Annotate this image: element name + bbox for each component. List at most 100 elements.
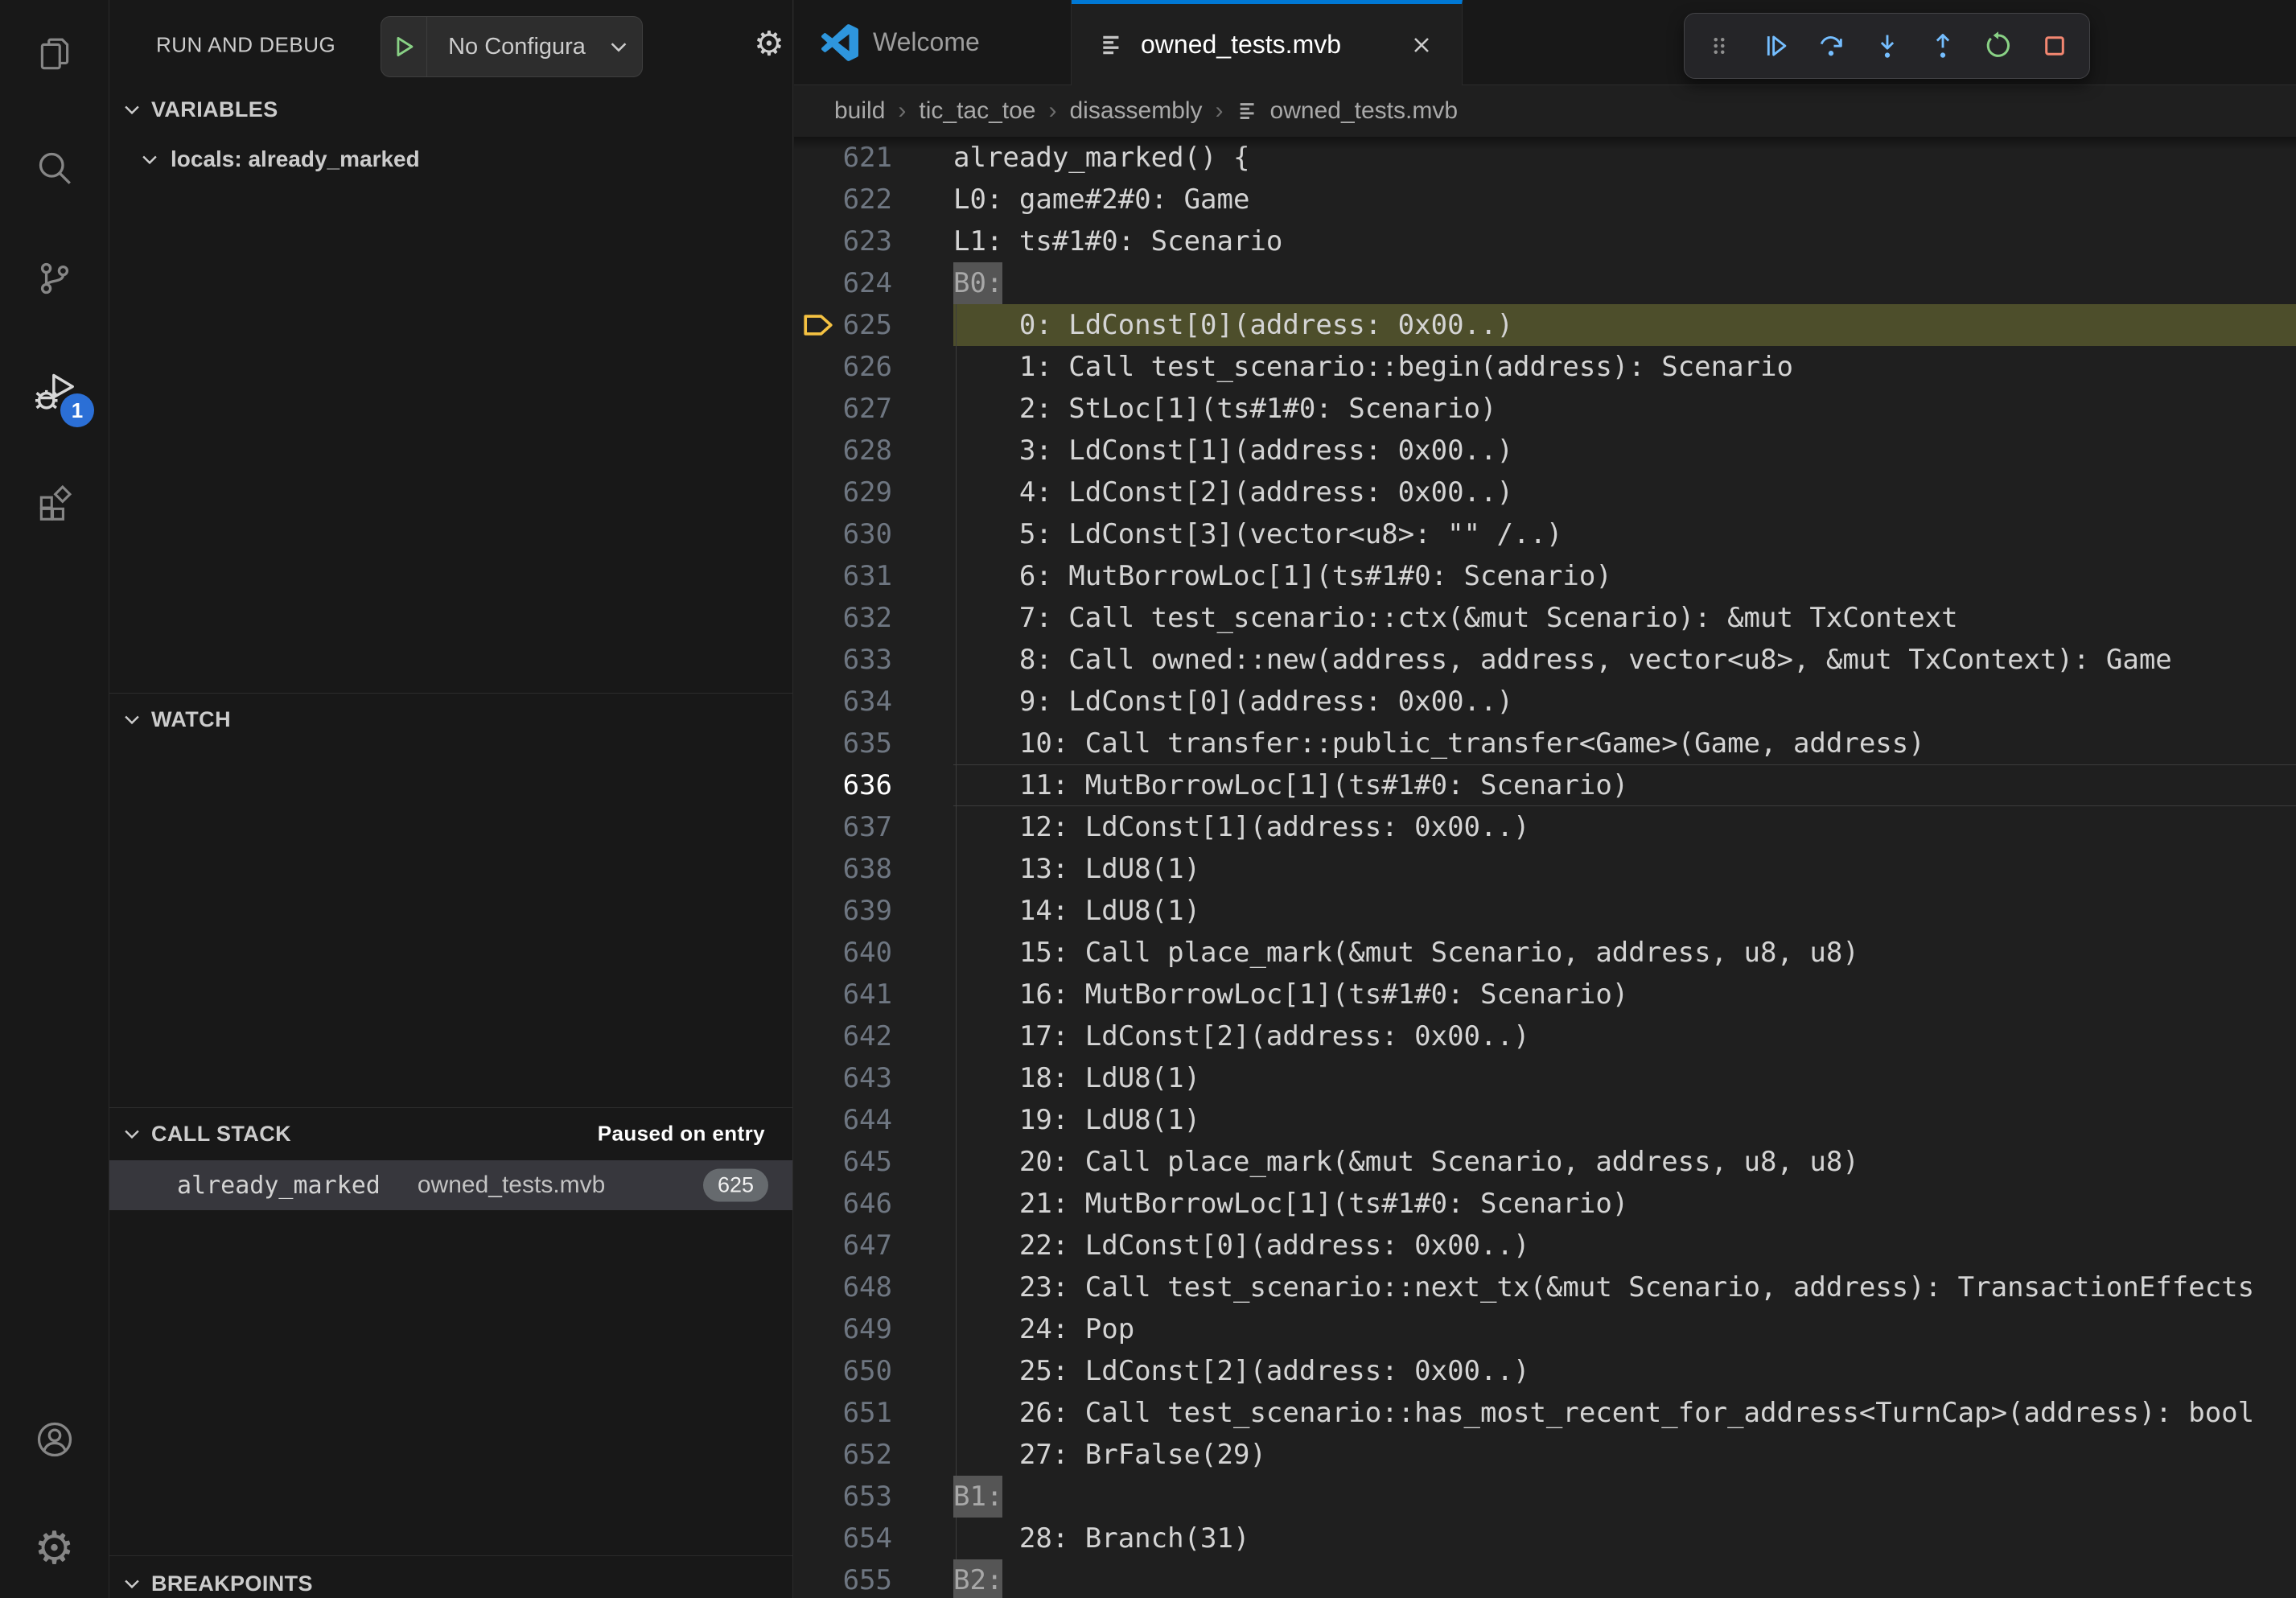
code-text[interactable]: 4: LdConst[2](address: 0x00..) xyxy=(953,472,2296,513)
stop-button[interactable] xyxy=(2034,25,2076,67)
sidebar-item-source-control[interactable] xyxy=(0,233,109,323)
run-config-dropdown[interactable]: No Configura xyxy=(381,16,643,77)
code-text[interactable]: 23: Call test_scenario::next_tx(&mut Sce… xyxy=(953,1266,2296,1308)
code-line-629[interactable]: 629 4: LdConst[2](address: 0x00..) xyxy=(794,472,2296,513)
step-into-button[interactable] xyxy=(1866,25,1908,67)
restart-button[interactable] xyxy=(1977,25,2019,67)
code-text[interactable]: already_marked() { xyxy=(953,137,2296,179)
code-text[interactable]: 0: LdConst[0](address: 0x00..) xyxy=(953,304,2296,346)
code-line-639[interactable]: 639 14: LdU8(1) xyxy=(794,890,2296,932)
breadcrumb-item-build[interactable]: build xyxy=(834,97,885,125)
code-line-630[interactable]: 630 5: LdConst[3](vector<u8>: "" /..) xyxy=(794,513,2296,555)
code-text[interactable]: 18: LdU8(1) xyxy=(953,1057,2296,1099)
code-text[interactable]: 16: MutBorrowLoc[1](ts#1#0: Scenario) xyxy=(953,974,2296,1015)
breakpoint-gutter[interactable] xyxy=(794,974,842,1015)
code-text[interactable]: 15: Call place_mark(&mut Scenario, addre… xyxy=(953,932,2296,974)
code-line-638[interactable]: 638 13: LdU8(1) xyxy=(794,848,2296,890)
breakpoint-gutter[interactable] xyxy=(794,513,842,555)
breakpoint-gutter[interactable] xyxy=(794,1434,842,1476)
code-text[interactable]: 3: LdConst[1](address: 0x00..) xyxy=(953,430,2296,472)
code-line-651[interactable]: 651 26: Call test_scenario::has_most_rec… xyxy=(794,1392,2296,1434)
toolbar-drag-handle[interactable] xyxy=(1698,25,1740,67)
breakpoint-gutter[interactable] xyxy=(794,806,842,848)
breakpoint-gutter[interactable] xyxy=(794,848,842,890)
breadcrumb-item-file[interactable]: owned_tests.mvb xyxy=(1236,97,1458,125)
tab-welcome[interactable]: Welcome xyxy=(794,0,1072,84)
code-line-645[interactable]: 645 20: Call place_mark(&mut Scenario, a… xyxy=(794,1141,2296,1183)
breakpoint-gutter[interactable] xyxy=(794,1518,842,1559)
sidebar-item-explorer[interactable] xyxy=(0,10,109,101)
code-line-642[interactable]: 642 17: LdConst[2](address: 0x00..) xyxy=(794,1015,2296,1057)
step-out-button[interactable] xyxy=(1922,25,1964,67)
code-line-624[interactable]: 624B0: xyxy=(794,262,2296,304)
account-button[interactable] xyxy=(0,1394,109,1485)
code-line-653[interactable]: 653B1: xyxy=(794,1476,2296,1518)
breakpoint-gutter[interactable] xyxy=(794,1392,842,1434)
code-line-648[interactable]: 648 23: Call test_scenario::next_tx(&mut… xyxy=(794,1266,2296,1308)
breakpoint-gutter[interactable] xyxy=(794,1266,842,1308)
code-text[interactable]: 22: LdConst[0](address: 0x00..) xyxy=(953,1225,2296,1266)
breakpoint-gutter[interactable] xyxy=(794,597,842,639)
code-text[interactable]: 20: Call place_mark(&mut Scenario, addre… xyxy=(953,1141,2296,1183)
breakpoint-gutter[interactable] xyxy=(794,1559,842,1598)
breakpoint-gutter[interactable] xyxy=(794,388,842,430)
code-line-641[interactable]: 641 16: MutBorrowLoc[1](ts#1#0: Scenario… xyxy=(794,974,2296,1015)
continue-button[interactable] xyxy=(1755,25,1796,67)
breakpoint-gutter[interactable] xyxy=(794,220,842,262)
code-text[interactable]: 19: LdU8(1) xyxy=(953,1099,2296,1141)
settings-button[interactable]: ⚙ xyxy=(0,1504,109,1594)
code-line-625[interactable]: 625 0: LdConst[0](address: 0x00..) xyxy=(794,304,2296,346)
breakpoint-gutter[interactable] xyxy=(794,430,842,472)
breakpoint-gutter[interactable] xyxy=(794,1057,842,1099)
code-text[interactable]: 28: Branch(31) xyxy=(953,1518,2296,1559)
code-line-628[interactable]: 628 3: LdConst[1](address: 0x00..) xyxy=(794,430,2296,472)
code-text[interactable]: 1: Call test_scenario::begin(address): S… xyxy=(953,346,2296,388)
code-text[interactable]: 7: Call test_scenario::ctx(&mut Scenario… xyxy=(953,597,2296,639)
code-line-649[interactable]: 649 24: Pop xyxy=(794,1308,2296,1350)
breakpoint-gutter[interactable] xyxy=(794,1015,842,1057)
breadcrumb-item-disassembly[interactable]: disassembly xyxy=(1069,97,1202,125)
code-text[interactable]: 8: Call owned::new(address, address, vec… xyxy=(953,639,2296,681)
variables-section-header[interactable]: VARIABLES xyxy=(109,89,792,130)
breakpoint-gutter[interactable] xyxy=(794,1350,842,1392)
code-line-622[interactable]: 622L0: game#2#0: Game xyxy=(794,179,2296,220)
code-line-643[interactable]: 643 18: LdU8(1) xyxy=(794,1057,2296,1099)
breakpoint-gutter[interactable] xyxy=(794,179,842,220)
breakpoint-gutter[interactable] xyxy=(794,723,842,764)
breakpoint-gutter[interactable] xyxy=(794,1141,842,1183)
code-line-650[interactable]: 650 25: LdConst[2](address: 0x00..) xyxy=(794,1350,2296,1392)
code-text[interactable]: 5: LdConst[3](vector<u8>: "" /..) xyxy=(953,513,2296,555)
sidebar-item-search[interactable] xyxy=(0,123,109,213)
code-text[interactable]: B0: xyxy=(953,262,2296,304)
breakpoint-gutter[interactable] xyxy=(794,1308,842,1350)
code-line-623[interactable]: 623L1: ts#1#0: Scenario xyxy=(794,220,2296,262)
code-line-634[interactable]: 634 9: LdConst[0](address: 0x00..) xyxy=(794,681,2296,723)
breakpoint-gutter[interactable] xyxy=(794,890,842,932)
code-text[interactable]: 21: MutBorrowLoc[1](ts#1#0: Scenario) xyxy=(953,1183,2296,1225)
code-text[interactable]: 17: LdConst[2](address: 0x00..) xyxy=(953,1015,2296,1057)
code-line-635[interactable]: 635 10: Call transfer::public_transfer<G… xyxy=(794,723,2296,764)
breakpoint-gutter[interactable] xyxy=(794,555,842,597)
code-text[interactable]: 27: BrFalse(29) xyxy=(953,1434,2296,1476)
code-line-654[interactable]: 654 28: Branch(31) xyxy=(794,1518,2296,1559)
breakpoint-gutter[interactable] xyxy=(794,262,842,304)
code-text[interactable]: 10: Call transfer::public_transfer<Game>… xyxy=(953,723,2296,764)
breakpoint-gutter[interactable] xyxy=(794,639,842,681)
breakpoint-gutter[interactable] xyxy=(794,1225,842,1266)
breakpoint-gutter[interactable] xyxy=(794,1476,842,1518)
code-line-655[interactable]: 655B2: xyxy=(794,1559,2296,1598)
breakpoint-gutter[interactable] xyxy=(794,764,842,806)
call-stack-frame-row[interactable]: already_marked owned_tests.mvb 625 xyxy=(109,1160,792,1210)
code-text[interactable]: 13: LdU8(1) xyxy=(953,848,2296,890)
sidebar-item-extensions[interactable] xyxy=(0,457,109,547)
code-text[interactable]: 6: MutBorrowLoc[1](ts#1#0: Scenario) xyxy=(953,555,2296,597)
code-line-637[interactable]: 637 12: LdConst[1](address: 0x00..) xyxy=(794,806,2296,848)
breakpoint-gutter[interactable] xyxy=(794,681,842,723)
tab-owned-tests[interactable]: owned_tests.mvb xyxy=(1072,0,1463,85)
code-line-640[interactable]: 640 15: Call place_mark(&mut Scenario, a… xyxy=(794,932,2296,974)
code-line-647[interactable]: 647 22: LdConst[0](address: 0x00..) xyxy=(794,1225,2296,1266)
code-text[interactable]: B2: xyxy=(953,1559,2296,1598)
code-text[interactable]: L1: ts#1#0: Scenario xyxy=(953,220,2296,262)
watch-section-header[interactable]: WATCH xyxy=(109,698,792,740)
breakpoint-gutter[interactable] xyxy=(794,137,842,179)
